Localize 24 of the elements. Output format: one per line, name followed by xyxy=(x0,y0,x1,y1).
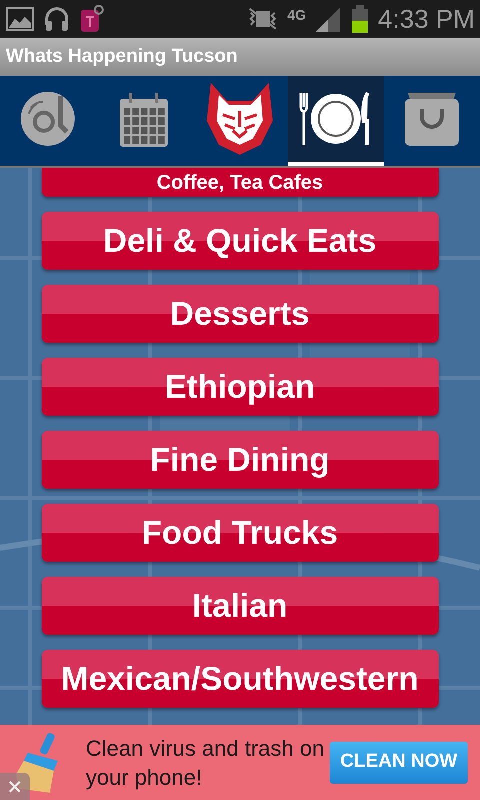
vibrate-mute-icon xyxy=(247,7,280,31)
gallery-icon xyxy=(5,5,35,33)
category-button[interactable]: Ethiopian xyxy=(42,358,438,416)
clock-time: 4:33 PM xyxy=(378,6,475,32)
category-button[interactable]: Coffee, Tea Cafes xyxy=(42,168,438,197)
category-button[interactable]: Deli & Quick Eats xyxy=(42,212,438,270)
close-icon xyxy=(8,780,22,794)
calendar-icon xyxy=(119,91,169,147)
category-button[interactable]: Desserts xyxy=(42,285,438,343)
tab[interactable] xyxy=(288,76,384,166)
category-button[interactable]: Italian xyxy=(42,577,438,635)
headphones-icon xyxy=(43,5,71,33)
app-title: Whats Happening Tucson xyxy=(6,44,238,69)
key-tag-icon xyxy=(79,4,107,34)
battery-icon xyxy=(350,4,370,34)
category-button[interactable]: Fine Dining xyxy=(42,431,438,489)
close-button[interactable] xyxy=(0,773,30,800)
category-button[interactable]: Mexican/Southwestern xyxy=(42,650,438,708)
ad-text: Clean virus and trash on your phone! xyxy=(86,734,326,792)
cat-head-icon xyxy=(205,81,275,157)
shopping-bag-icon xyxy=(404,91,460,147)
network-type-label: 4G xyxy=(287,8,306,22)
disc-icon xyxy=(19,90,77,148)
category-button[interactable]: Food Trucks xyxy=(42,504,438,562)
